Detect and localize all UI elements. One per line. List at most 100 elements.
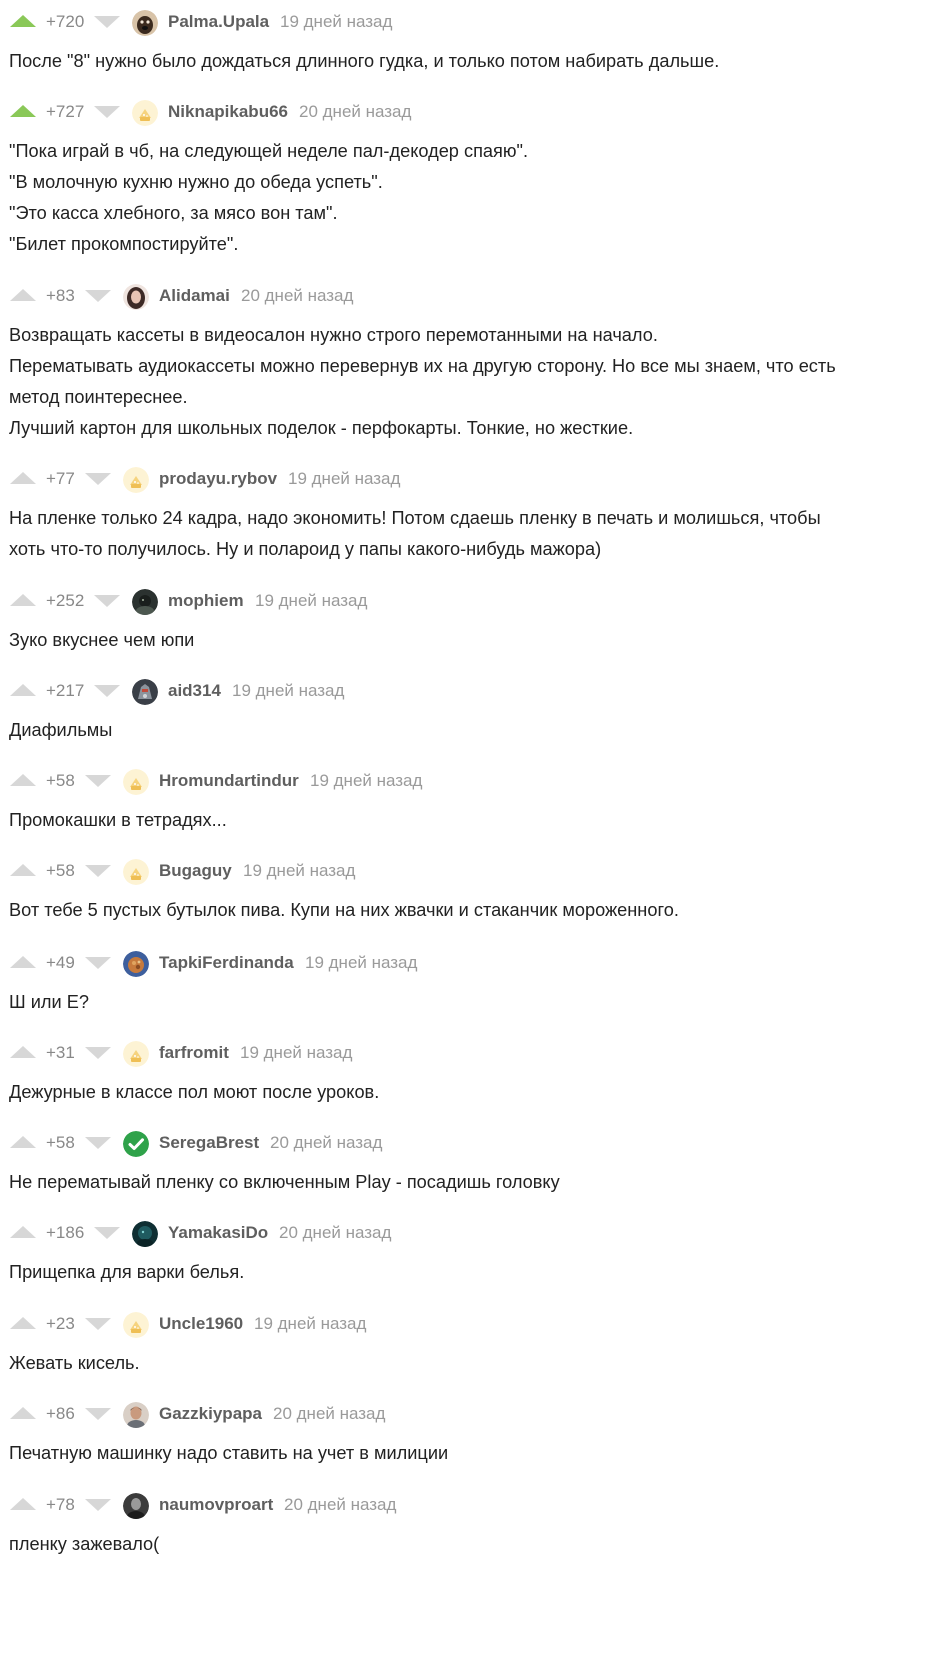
comment-rating: +727: [46, 102, 85, 121]
vote-up-icon[interactable]: [10, 472, 36, 484]
comment-username[interactable]: Niknapikabu66: [168, 102, 288, 122]
vote-up-icon[interactable]: [10, 1407, 36, 1419]
comment-timestamp[interactable]: 20 дней назад: [241, 286, 353, 306]
vote-down-icon[interactable]: [85, 865, 111, 877]
comment-timestamp[interactable]: 19 дней назад: [310, 771, 422, 791]
comment-timestamp[interactable]: 20 дней назад: [284, 1495, 396, 1515]
comment-text-line: Промокашки в тетрадях...: [9, 810, 227, 830]
default-avatar[interactable]: [123, 769, 149, 795]
vote-up-icon[interactable]: [10, 774, 36, 786]
comment-rating: +77: [46, 469, 75, 488]
checkmark-avatar[interactable]: [123, 1131, 149, 1157]
comment-timestamp[interactable]: 19 дней назад: [232, 681, 344, 701]
comment-timestamp[interactable]: 20 дней назад: [273, 1404, 385, 1424]
comment-username[interactable]: SeregaBrest: [159, 1133, 259, 1153]
vote-down-icon[interactable]: [85, 775, 111, 787]
comment-timestamp[interactable]: 20 дней назад: [279, 1223, 391, 1243]
comment-username[interactable]: Bugaguy: [159, 861, 232, 881]
comment-rating: +186: [46, 1223, 85, 1242]
vote-up-icon[interactable]: [10, 1046, 36, 1058]
comment-rating: +58: [46, 1133, 75, 1152]
default-avatar[interactable]: [123, 1041, 149, 1067]
vote-down-icon[interactable]: [94, 16, 120, 28]
default-avatar[interactable]: [132, 100, 158, 126]
comment-username[interactable]: Palma.Upala: [168, 12, 269, 32]
comment-timestamp[interactable]: 19 дней назад: [254, 1314, 366, 1334]
vote-down-icon[interactable]: [94, 685, 120, 697]
vote-down-icon[interactable]: [85, 473, 111, 485]
comment-text-line: "В молочную кухню нужно до обеда успеть"…: [9, 172, 383, 192]
comment-username[interactable]: Alidamai: [159, 286, 230, 306]
comment-timestamp[interactable]: 19 дней назад: [255, 591, 367, 611]
man-avatar[interactable]: [123, 1402, 149, 1428]
dark-avatar[interactable]: [132, 589, 158, 615]
comment-timestamp[interactable]: 20 дней назад: [270, 1133, 382, 1153]
comment-text-line: Прищепка для варки белья.: [9, 1262, 245, 1282]
vote-down-icon[interactable]: [85, 1047, 111, 1059]
default-avatar[interactable]: [123, 1312, 149, 1338]
food-avatar[interactable]: [123, 951, 149, 977]
comment-body: пленку зажевало(: [9, 1529, 909, 1560]
comment-timestamp[interactable]: 19 дней назад: [243, 861, 355, 881]
comment-username[interactable]: Uncle1960: [159, 1314, 243, 1334]
vote-down-icon[interactable]: [85, 1137, 111, 1149]
bw-avatar[interactable]: [123, 1493, 149, 1519]
vote-up-icon[interactable]: [10, 956, 36, 968]
comment-username[interactable]: Hromundartindur: [159, 771, 299, 791]
comment-text-line: Перематывать аудиокассеты можно переверн…: [9, 356, 836, 376]
comment-username[interactable]: prodayu.rybov: [159, 469, 277, 489]
comment-timestamp[interactable]: 19 дней назад: [305, 953, 417, 973]
vote-up-icon[interactable]: [10, 594, 36, 606]
comment-body: Не перематывай пленку со включенным Play…: [9, 1167, 909, 1198]
dog-avatar[interactable]: [132, 10, 158, 36]
comment-username[interactable]: aid314: [168, 681, 221, 701]
vote-up-icon[interactable]: [10, 1226, 36, 1238]
comment-body: Печатную машинку надо ставить на учет в …: [9, 1438, 909, 1469]
vote-down-icon[interactable]: [85, 1318, 111, 1330]
comment-rating: +83: [46, 286, 75, 305]
vote-up-icon[interactable]: [10, 289, 36, 301]
comment-text-line: "Пока играй в чб, на следующей неделе па…: [9, 141, 529, 161]
comment-header: +83 Alidamai 20 дней назад: [0, 278, 931, 314]
comment-text-line: Лучший картон для школьных поделок - пер…: [9, 418, 634, 438]
comment-rating: +78: [46, 1495, 75, 1514]
comment-body: После "8" нужно было дождаться длинного …: [9, 46, 909, 77]
default-avatar[interactable]: [123, 467, 149, 493]
vote-down-icon[interactable]: [94, 1227, 120, 1239]
vote-down-icon[interactable]: [94, 106, 120, 118]
comment-username[interactable]: Gazzkiypapa: [159, 1404, 262, 1424]
vote-up-icon[interactable]: [10, 864, 36, 876]
vote-up-icon[interactable]: [10, 1317, 36, 1329]
vote-up-icon[interactable]: [10, 15, 36, 27]
vote-down-icon[interactable]: [85, 957, 111, 969]
default-avatar[interactable]: [123, 859, 149, 885]
comment-rating: +217: [46, 681, 85, 700]
comment-timestamp[interactable]: 20 дней назад: [299, 102, 411, 122]
comment-username[interactable]: naumovproart: [159, 1495, 273, 1515]
teal-avatar[interactable]: [132, 1221, 158, 1247]
comment-timestamp[interactable]: 19 дней назад: [240, 1043, 352, 1063]
vote-down-icon[interactable]: [85, 1499, 111, 1511]
comment-text-line: пленку зажевало(: [9, 1534, 160, 1554]
comment-username[interactable]: YamakasiDo: [168, 1223, 268, 1243]
comment-timestamp[interactable]: 19 дней назад: [280, 12, 392, 32]
vote-down-icon[interactable]: [85, 1408, 111, 1420]
vote-down-icon[interactable]: [85, 290, 111, 302]
vote-up-icon[interactable]: [10, 684, 36, 696]
comment-list: +720 Palma.Upala 19 дней назад После "8" ну…: [0, 0, 931, 1669]
vote-up-icon[interactable]: [10, 1498, 36, 1510]
comment-body: Ш или Е?: [9, 987, 909, 1018]
comment-username[interactable]: mophiem: [168, 591, 244, 611]
comment-header: +78 naumovproart 20 дней назад: [0, 1487, 931, 1523]
vote-up-icon[interactable]: [10, 105, 36, 117]
armor-avatar[interactable]: [132, 679, 158, 705]
vote-up-icon[interactable]: [10, 1136, 36, 1148]
comment-body: Жевать кисель.: [9, 1348, 909, 1379]
comment-username[interactable]: farfromit: [159, 1043, 229, 1063]
comment-header: +252 mophiem 19 дней назад: [0, 583, 931, 619]
comment-username[interactable]: TapkiFerdinanda: [159, 953, 294, 973]
comment-timestamp[interactable]: 19 дней назад: [288, 469, 400, 489]
vote-down-icon[interactable]: [94, 595, 120, 607]
comment-header: +86 Gazzkiypapa 20 дней назад: [0, 1396, 931, 1432]
girl-avatar[interactable]: [123, 284, 149, 310]
